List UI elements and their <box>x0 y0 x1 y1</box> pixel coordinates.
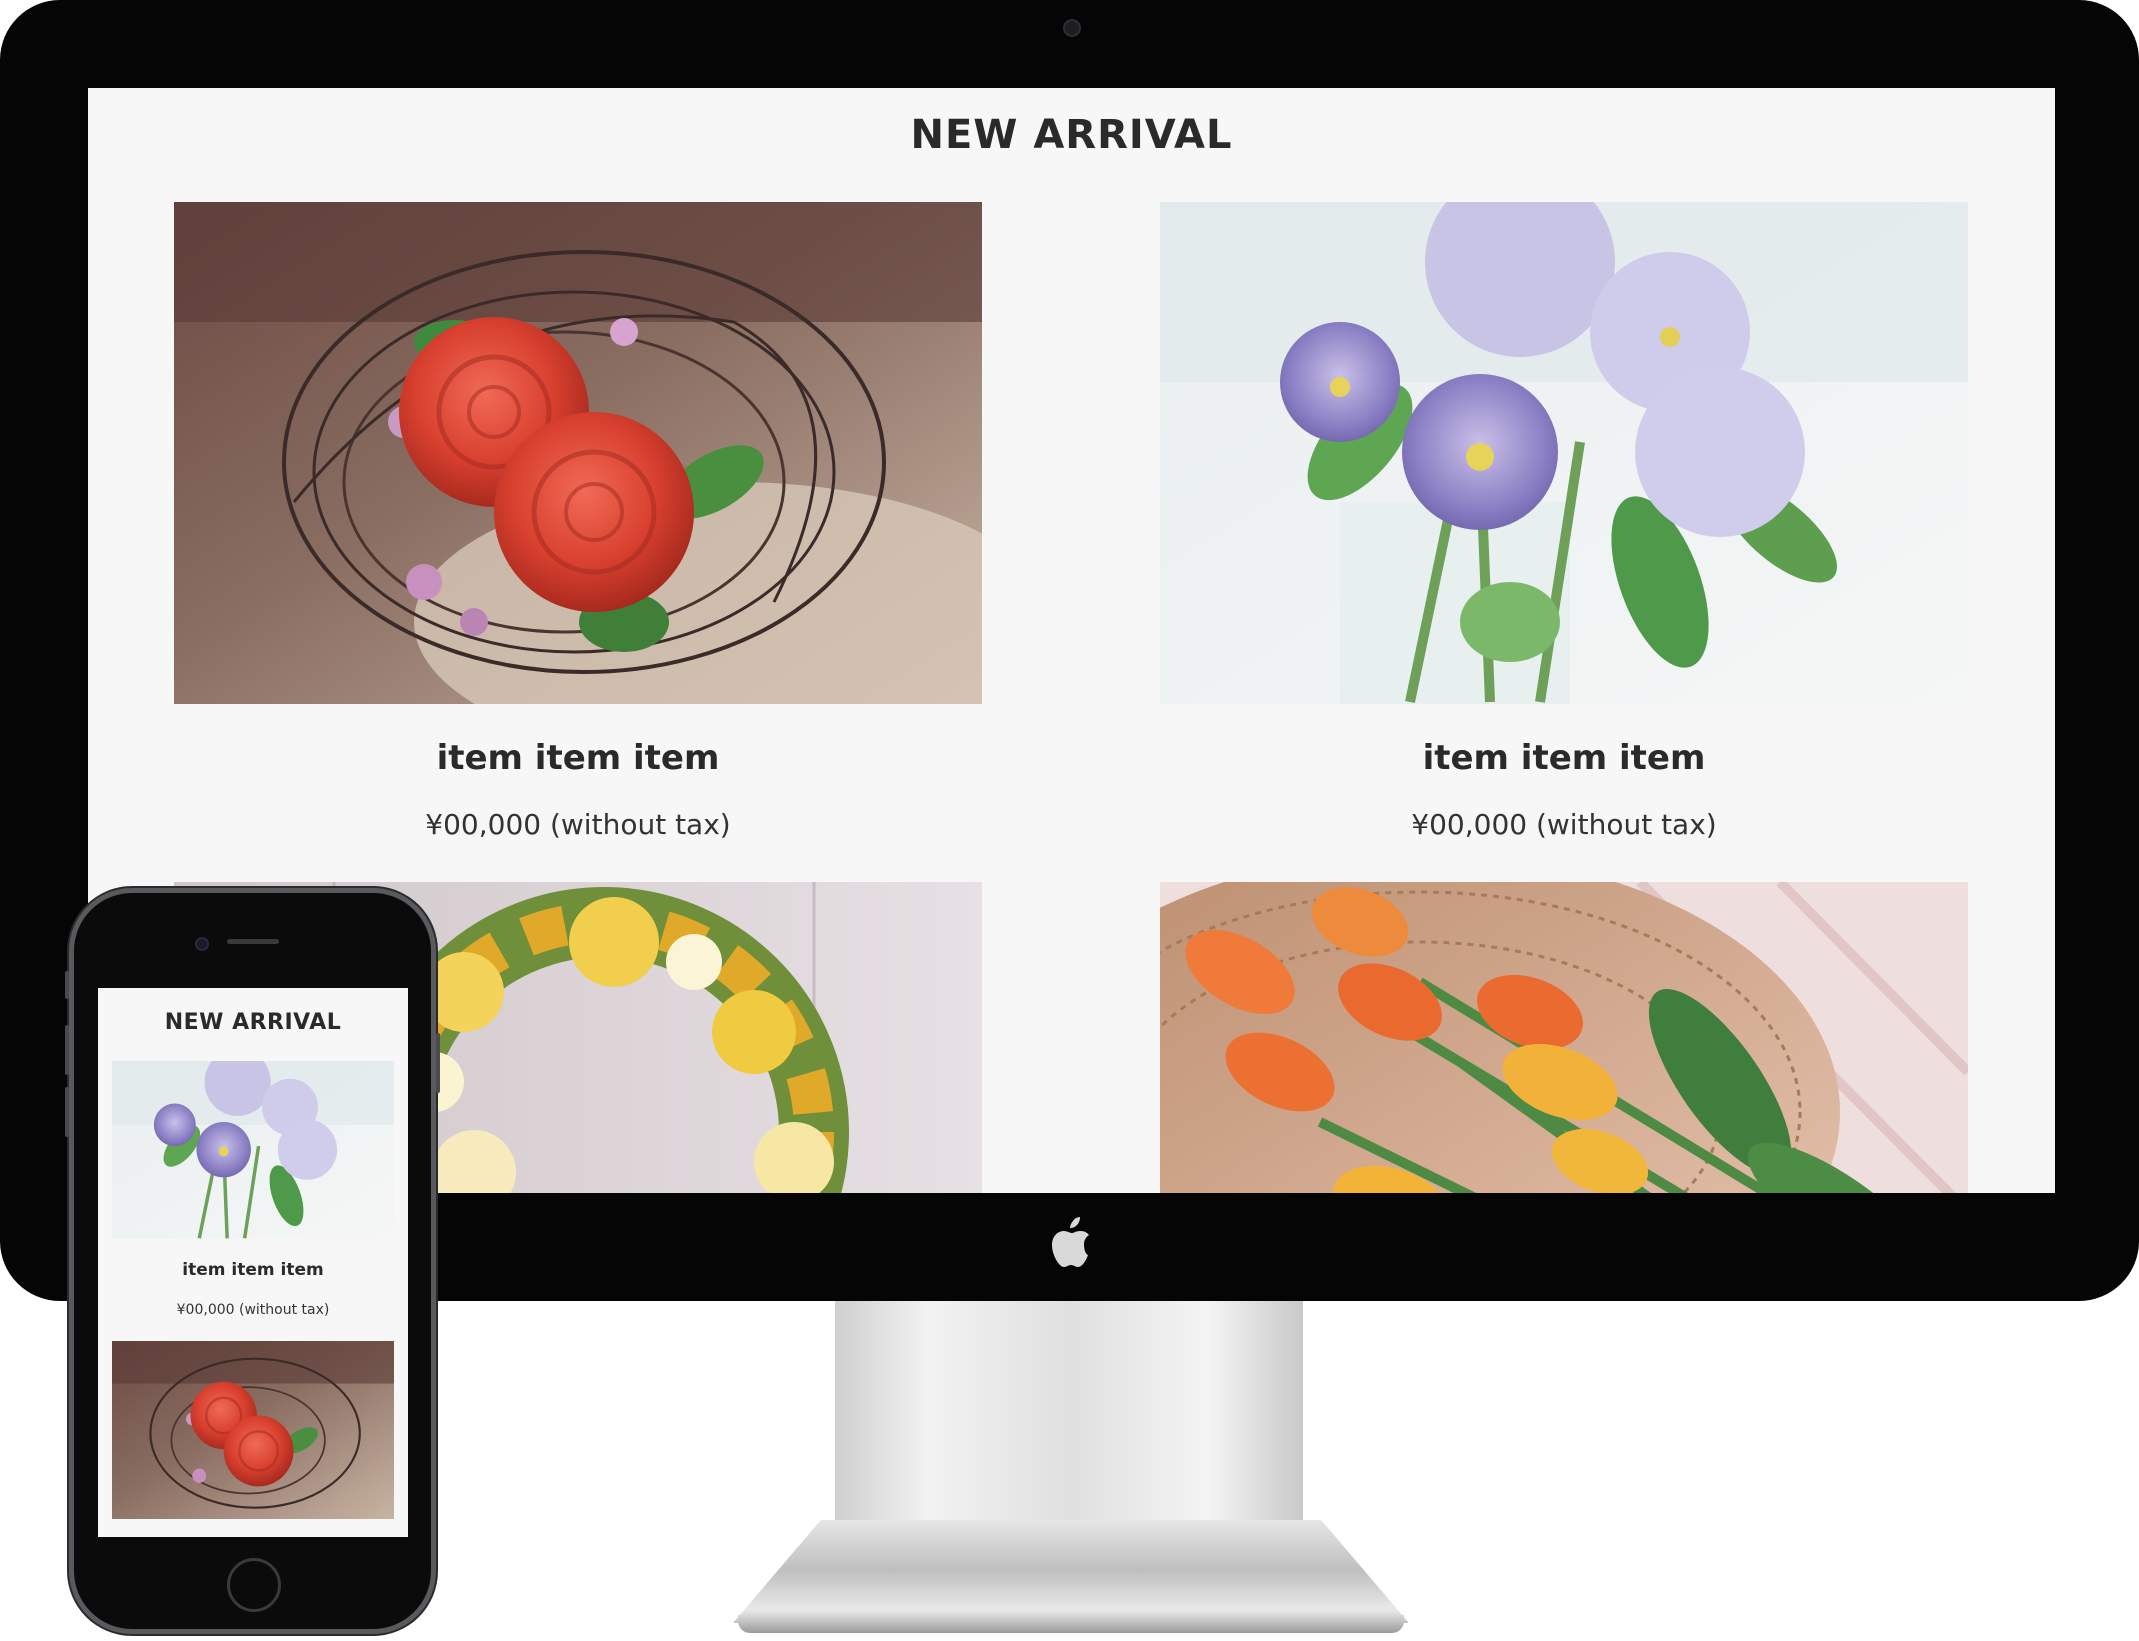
product-name[interactable]: item item item <box>1160 738 1968 778</box>
product-card[interactable] <box>1160 882 1968 1193</box>
camera-icon <box>1063 19 1081 37</box>
mobile-page: NEW ARRIVAL item item item ¥00,000 (with… <box>98 988 408 1537</box>
volume-up-button <box>65 1025 69 1075</box>
product-card[interactable]: item item item ¥00,000 (without tax) <box>1160 202 1968 841</box>
imac-stand <box>835 1301 1303 1541</box>
orange-tulips-basket-photo[interactable] <box>1160 882 1968 1193</box>
product-price: ¥00,000 (without tax) <box>1411 808 1717 841</box>
red-roses-basket-photo[interactable] <box>112 1341 394 1519</box>
page-title: NEW ARRIVAL <box>910 112 1233 158</box>
speaker-grille <box>227 939 279 944</box>
purple-pansies-vase-photo[interactable] <box>1160 202 1968 704</box>
imac-stand-edge <box>738 1615 1404 1633</box>
apple-logo-icon <box>1052 1217 1089 1267</box>
product-price: ¥00,000 (without tax) <box>176 1302 330 1318</box>
product-card[interactable]: item item item ¥00,000 (without tax) <box>174 202 982 841</box>
product-price: ¥00,000 (without tax) <box>425 808 731 841</box>
home-button[interactable] <box>227 1558 281 1612</box>
front-camera-icon <box>195 937 209 951</box>
mute-switch <box>65 971 69 999</box>
product-name[interactable]: item item item <box>174 738 982 778</box>
power-button <box>436 1033 440 1093</box>
product-name[interactable]: item item item <box>98 1260 408 1280</box>
volume-down-button <box>65 1087 69 1137</box>
page-title: NEW ARRIVAL <box>164 1010 342 1035</box>
purple-pansies-vase-photo[interactable] <box>112 1061 394 1239</box>
iphone-device: NEW ARRIVAL item item item ¥00,000 (with… <box>65 893 440 1629</box>
red-roses-basket-photo[interactable] <box>174 202 982 704</box>
